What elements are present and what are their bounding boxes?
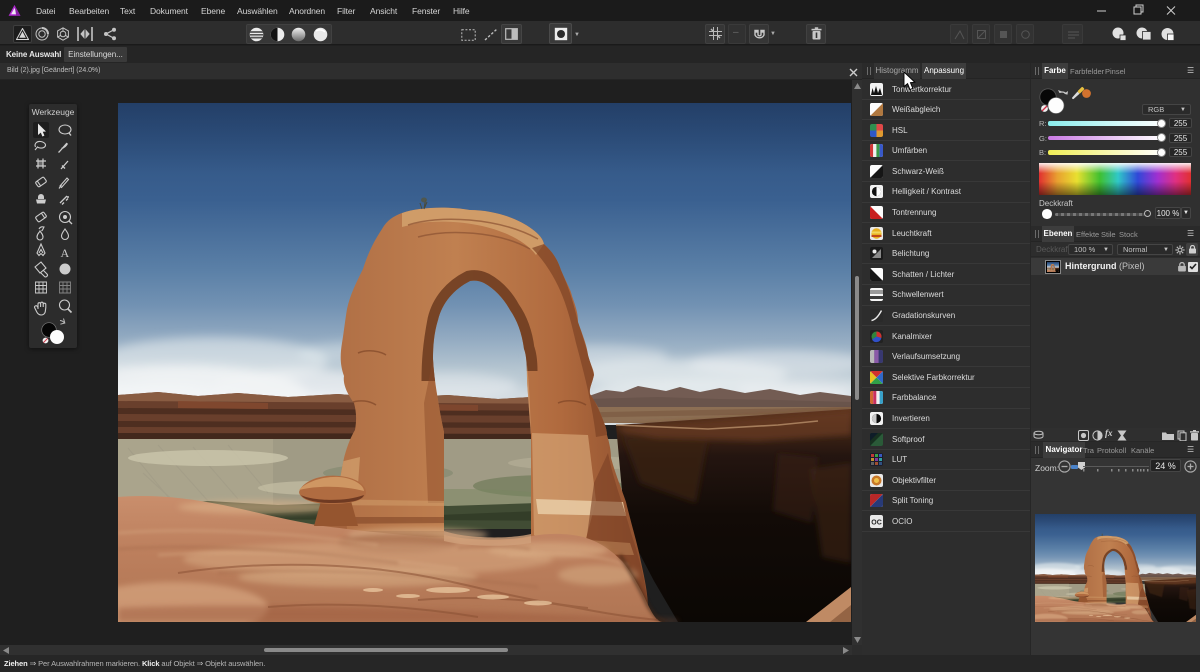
svg-text:A: A: [61, 246, 70, 260]
svg-text:OC: OC: [871, 519, 882, 526]
